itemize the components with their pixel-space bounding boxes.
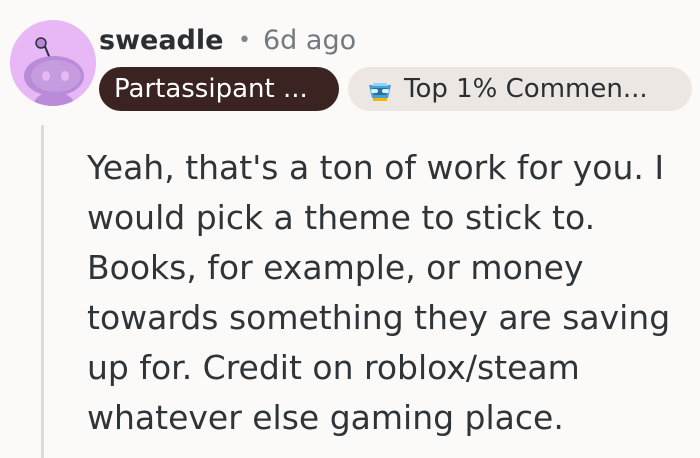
comment: sweadle • 6d ago Partassipant ... Top 1%… — [0, 0, 700, 458]
top-commenter-badge[interactable]: Top 1% Commen... — [348, 67, 692, 111]
user-flair-badge[interactable]: Partassipant ... — [99, 67, 339, 111]
comment-body: Yeah, that's a ton of work for you. I wo… — [87, 148, 671, 437]
avatar[interactable] — [10, 20, 96, 106]
reddit-snoo-avatar-icon — [10, 20, 96, 106]
separator-dot: • — [238, 28, 251, 53]
trophy-icon — [369, 83, 391, 101]
top-badge-label: Top 1% Commen... — [404, 74, 648, 104]
username[interactable]: sweadle — [99, 21, 223, 61]
timestamp[interactable]: 6d ago — [263, 23, 356, 59]
thread-line[interactable] — [41, 125, 44, 458]
